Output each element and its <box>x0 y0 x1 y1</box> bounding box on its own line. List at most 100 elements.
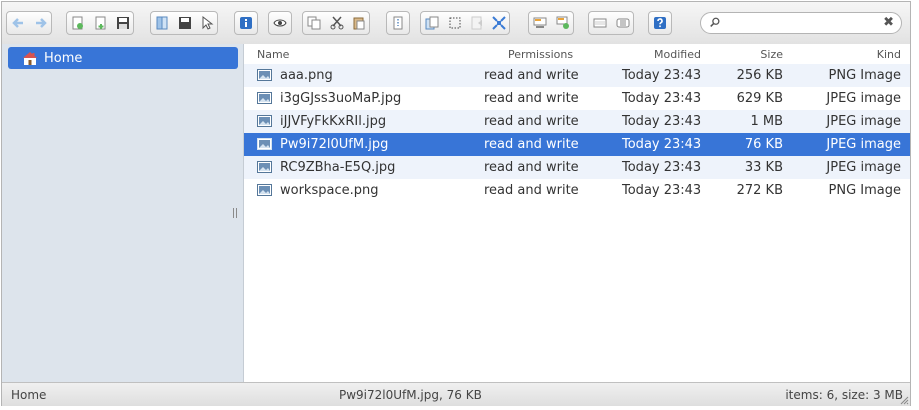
add-view-icon <box>556 16 569 29</box>
table-row-selected[interactable]: Pw9i72l0UfM.jpg read and write Today 23:… <box>244 133 910 156</box>
file-modified: Today 23:43 <box>622 160 702 175</box>
file-manager-window: ✖ Home Name Permissions Modified Size Ki… <box>1 1 911 406</box>
save-as-button[interactable] <box>173 12 195 34</box>
new-folder-button[interactable] <box>67 12 89 34</box>
file-modified: Today 23:43 <box>622 183 702 198</box>
search-box[interactable]: ✖ <box>700 12 902 34</box>
column-permissions[interactable]: Permissions <box>508 48 573 61</box>
sort-button[interactable] <box>611 12 633 34</box>
file-name: RC9ZBha-E5Q.jpg <box>280 160 396 175</box>
clear-search-icon[interactable]: ✖ <box>883 15 894 30</box>
image-file-icon <box>257 115 272 127</box>
view-group <box>528 11 574 35</box>
file-list: Name Permissions Modified Size Kind aaa.… <box>244 44 910 382</box>
column-modified[interactable]: Modified <box>654 48 701 61</box>
file-permissions: read and write <box>484 160 579 175</box>
add-view-button[interactable] <box>551 12 573 34</box>
layout-group <box>588 11 634 35</box>
forward-button[interactable] <box>29 12 51 34</box>
select-all-button[interactable] <box>443 12 465 34</box>
table-row[interactable]: aaa.png read and write Today 23:43 256 K… <box>244 64 910 87</box>
info-group <box>234 11 258 35</box>
select-icon <box>202 16 213 30</box>
save-as-icon <box>178 17 191 29</box>
cut-icon <box>330 16 343 30</box>
status-bar: Home Pw9i72l0UfM.jpg, 76 KB items: 6, si… <box>2 382 910 406</box>
sidebar: Home <box>2 44 244 382</box>
image-file-icon <box>257 92 272 104</box>
help-group <box>648 11 672 35</box>
file-kind: JPEG image <box>826 137 901 152</box>
file-permissions: read and write <box>484 137 579 152</box>
file-group <box>66 11 134 35</box>
sidebar-resize-handle[interactable] <box>233 208 237 218</box>
expand-icon <box>491 16 506 30</box>
expand-button[interactable] <box>487 12 509 34</box>
help-button[interactable] <box>649 12 671 34</box>
file-kind: JPEG image <box>826 160 901 175</box>
sidebar-item-home[interactable]: Home <box>8 47 238 69</box>
file-permissions: read and write <box>484 114 579 129</box>
file-size: 272 KB <box>736 183 783 198</box>
status-summary: items: 6, size: 3 MB <box>785 388 903 402</box>
file-permissions: read and write <box>484 68 579 83</box>
column-name[interactable]: Name <box>257 48 289 61</box>
clipboard-group <box>302 11 370 35</box>
file-name: Pw9i72l0UfM.jpg <box>280 137 389 152</box>
file-name: i3gGJss3uoMaP.jpg <box>280 91 402 106</box>
invert-selection-icon <box>471 16 482 30</box>
select-all-icon <box>449 17 460 29</box>
info-icon <box>240 17 252 29</box>
navigation-group <box>6 11 52 35</box>
column-size[interactable]: Size <box>760 48 783 61</box>
image-file-icon <box>257 69 272 81</box>
file-size: 256 KB <box>736 68 783 83</box>
file-size: 76 KB <box>744 137 783 152</box>
cut-button[interactable] <box>325 12 347 34</box>
select-button[interactable] <box>195 12 217 34</box>
file-kind: JPEG image <box>826 91 901 106</box>
table-row[interactable]: i3gGJss3uoMaP.jpg read and write Today 2… <box>244 87 910 110</box>
open-button[interactable] <box>151 12 173 34</box>
new-file-icon <box>95 16 105 30</box>
paste-button[interactable] <box>347 12 369 34</box>
new-file-button[interactable] <box>89 12 111 34</box>
search-input[interactable] <box>723 15 887 33</box>
list-view-button[interactable] <box>589 12 611 34</box>
file-size: 1 MB <box>750 114 783 129</box>
toolbar: ✖ <box>2 2 910 45</box>
table-row[interactable]: workspace.png read and write Today 23:43… <box>244 179 910 202</box>
sort-icon <box>616 18 629 28</box>
new-folder-icon <box>72 16 83 30</box>
file-modified: Today 23:43 <box>622 114 702 129</box>
copy-button[interactable] <box>303 12 325 34</box>
paste-icon <box>353 17 364 30</box>
preview-group <box>268 11 292 35</box>
view-options-button[interactable] <box>529 12 551 34</box>
copy-icon <box>307 16 321 30</box>
extract-button[interactable] <box>387 12 409 34</box>
preview-icon <box>273 19 287 27</box>
file-kind: JPEG image <box>826 114 901 129</box>
table-row[interactable]: RC9ZBha-E5Q.jpg read and write Today 23:… <box>244 156 910 179</box>
back-button[interactable] <box>7 12 29 34</box>
invert-selection-button[interactable] <box>465 12 487 34</box>
open-icon <box>156 16 168 30</box>
preview-button[interactable] <box>269 12 291 34</box>
file-size: 33 KB <box>744 160 783 175</box>
back-icon <box>12 18 23 28</box>
selection-group <box>420 11 510 35</box>
column-kind[interactable]: Kind <box>877 48 901 61</box>
resize-grip-icon[interactable] <box>900 396 909 405</box>
table-row[interactable]: iJJVFyFkKxRIl.jpg read and write Today 2… <box>244 110 910 133</box>
save-button[interactable] <box>111 12 133 34</box>
status-selection: Pw9i72l0UfM.jpg, 76 KB <box>339 388 482 402</box>
view-options-icon <box>533 17 547 28</box>
column-header: Name Permissions Modified Size Kind <box>244 44 910 65</box>
search-icon <box>710 17 720 27</box>
status-path: Home <box>11 388 47 402</box>
duplicate-button[interactable] <box>421 12 443 34</box>
file-permissions: read and write <box>484 183 579 198</box>
info-button[interactable] <box>235 12 257 34</box>
save-icon <box>116 17 129 29</box>
